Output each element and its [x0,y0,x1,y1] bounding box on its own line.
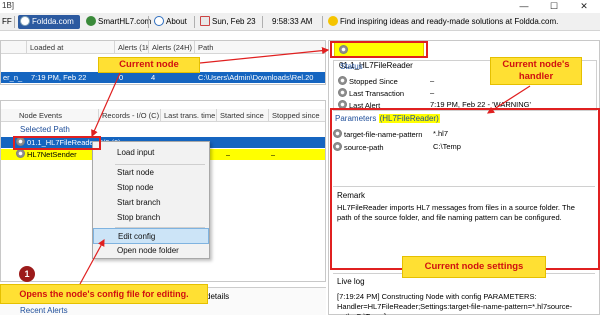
arrow-to-node-title [199,47,330,64]
arrow-to-handler [486,85,531,114]
annotation-arrows [79,47,531,285]
arrow-to-edit-config [79,238,105,285]
arrow-to-selected-node [91,72,121,138]
